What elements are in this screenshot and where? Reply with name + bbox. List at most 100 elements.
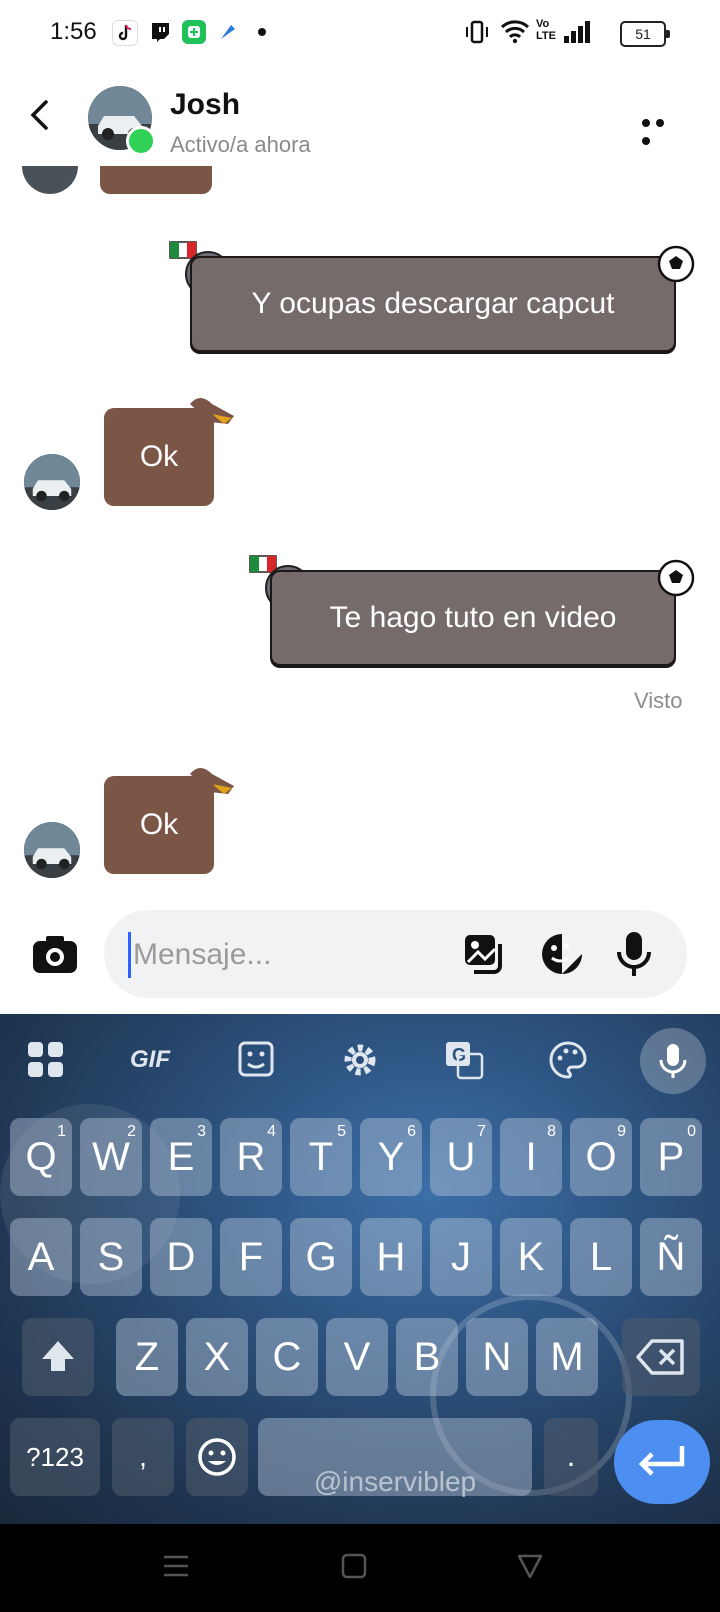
- shift-key[interactable]: [22, 1318, 94, 1396]
- key-label: T: [308, 1135, 334, 1179]
- back-nav-button[interactable]: [516, 1552, 544, 1585]
- message-bubble-sent[interactable]: Y ocupas descargar capcut: [190, 256, 676, 352]
- key-label: W: [92, 1135, 130, 1179]
- key-f[interactable]: F: [220, 1218, 282, 1296]
- apps-grid-icon[interactable]: [26, 1040, 66, 1080]
- twitch-icon: [148, 20, 172, 44]
- key-label: Y: [377, 1135, 405, 1179]
- key-m[interactable]: M: [536, 1318, 598, 1396]
- contact-name[interactable]: Josh: [170, 88, 240, 122]
- key-hint: 3: [197, 1123, 206, 1140]
- key-hint: 8: [547, 1123, 556, 1140]
- sticker-button[interactable]: [540, 932, 584, 981]
- key-s[interactable]: S: [80, 1218, 142, 1296]
- status-time: 1:56: [50, 18, 97, 45]
- more-options-button[interactable]: [642, 114, 682, 145]
- contact-status: Activo/a ahora: [170, 132, 311, 157]
- key-l[interactable]: L: [570, 1218, 632, 1296]
- emoji-key[interactable]: [186, 1418, 248, 1496]
- key-hint: 5: [337, 1123, 346, 1140]
- key-d[interactable]: D: [150, 1218, 212, 1296]
- camera-button[interactable]: [32, 934, 78, 974]
- enter-arrow-icon: [638, 1446, 685, 1476]
- tiktok-icon: [112, 20, 138, 46]
- key-p[interactable]: P0: [640, 1118, 702, 1196]
- key-c[interactable]: C: [256, 1318, 318, 1396]
- key-label: Q: [25, 1135, 57, 1179]
- key-hint: 6: [407, 1123, 416, 1140]
- message-text: Te hago tuto en video: [329, 601, 617, 634]
- key-y[interactable]: Y6: [360, 1118, 422, 1196]
- contact-avatar-small[interactable]: [24, 822, 80, 878]
- key-w[interactable]: W2: [80, 1118, 142, 1196]
- backspace-key[interactable]: [622, 1318, 700, 1396]
- message-bubble-sent[interactable]: Te hago tuto en video: [270, 570, 676, 666]
- enter-key[interactable]: [614, 1420, 710, 1504]
- key-b[interactable]: B: [396, 1318, 458, 1396]
- microphone-button[interactable]: [614, 930, 654, 983]
- message-text: Y ocupas descargar capcut: [251, 287, 615, 320]
- key-r[interactable]: R4: [220, 1118, 282, 1196]
- period-key[interactable]: .: [544, 1418, 598, 1496]
- key-k[interactable]: K: [500, 1218, 562, 1296]
- notification-app-icon: [182, 20, 206, 44]
- seen-receipt: Visto: [634, 688, 683, 713]
- message-text: Ok: [139, 808, 179, 841]
- soccer-ball-icon: [656, 244, 696, 289]
- key-label: E: [167, 1135, 195, 1179]
- settings-gear-icon[interactable]: [340, 1040, 380, 1080]
- shift-arrow-icon: [42, 1341, 74, 1371]
- key-j[interactable]: J: [430, 1218, 492, 1296]
- backspace-icon: [636, 1339, 684, 1375]
- system-nav-bar: [0, 1524, 720, 1612]
- key-label: O: [585, 1135, 617, 1179]
- voice-input-button[interactable]: [640, 1028, 706, 1094]
- translate-icon[interactable]: G: [444, 1040, 484, 1080]
- key-v[interactable]: V: [326, 1318, 388, 1396]
- key-e[interactable]: E3: [150, 1118, 212, 1196]
- key-t[interactable]: T5: [290, 1118, 352, 1196]
- home-button[interactable]: [340, 1552, 368, 1585]
- key-u[interactable]: U7: [430, 1118, 492, 1196]
- key-hint: 7: [477, 1123, 486, 1140]
- key-z[interactable]: Z: [116, 1318, 178, 1396]
- message-composer: [104, 910, 687, 998]
- back-button[interactable]: [26, 100, 56, 130]
- sticker-icon: [542, 934, 582, 974]
- key-n[interactable]: N: [466, 1318, 528, 1396]
- key-n-tilde[interactable]: Ñ: [640, 1218, 702, 1296]
- triangle-back-icon: [517, 1554, 543, 1579]
- key-label: U: [446, 1135, 476, 1179]
- keyboard: GIF G Q1 W2 E3 R4 T5 Y6 U7 I8 O9 P0 A S …: [0, 1014, 720, 1524]
- gallery-button[interactable]: [462, 932, 506, 981]
- microphone-icon: [659, 1044, 687, 1078]
- sticker-message-received[interactable]: Ok: [104, 408, 214, 506]
- camera-icon: [33, 936, 77, 973]
- key-hint: 0: [687, 1123, 696, 1140]
- message-input[interactable]: [128, 932, 425, 978]
- key-x[interactable]: X: [186, 1318, 248, 1396]
- key-o[interactable]: O9: [570, 1118, 632, 1196]
- theme-palette-icon[interactable]: [548, 1040, 588, 1080]
- gif-button[interactable]: GIF: [120, 1040, 180, 1080]
- message-text: Ok: [139, 440, 179, 473]
- key-a[interactable]: A: [10, 1218, 72, 1296]
- recent-apps-button[interactable]: [162, 1554, 190, 1583]
- key-label: I: [525, 1135, 537, 1179]
- symbols-key[interactable]: ?123: [10, 1418, 100, 1496]
- dot-icon: [258, 28, 266, 36]
- key-i[interactable]: I8: [500, 1118, 562, 1196]
- menu-lines-icon: [164, 1555, 188, 1577]
- emoji-icon: [198, 1438, 236, 1476]
- comma-key[interactable]: ,: [112, 1418, 174, 1496]
- sticker-keyboard-icon[interactable]: [236, 1040, 276, 1080]
- space-bar[interactable]: @inserviblep: [258, 1418, 532, 1496]
- contact-avatar-small[interactable]: [24, 454, 80, 510]
- key-label: P: [657, 1135, 685, 1179]
- key-h[interactable]: H: [360, 1218, 422, 1296]
- sticker-message-received[interactable]: Ok: [104, 776, 214, 874]
- key-g[interactable]: G: [290, 1218, 352, 1296]
- key-q[interactable]: Q1: [10, 1118, 72, 1196]
- square-home-icon: [341, 1553, 367, 1579]
- app-icon: [216, 20, 240, 44]
